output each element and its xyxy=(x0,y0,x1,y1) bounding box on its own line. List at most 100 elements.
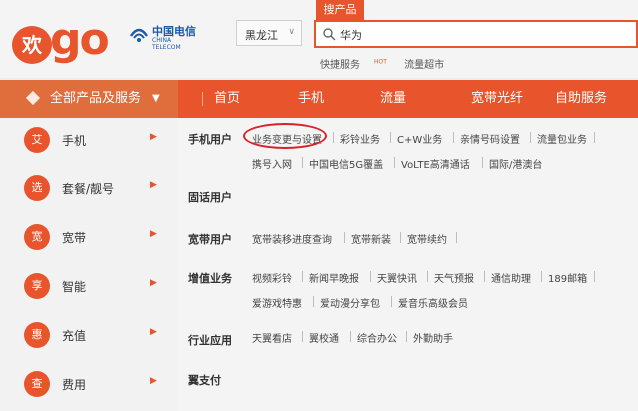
region-select[interactable]: 黑龙江 ∨ xyxy=(236,20,302,46)
link-divider xyxy=(541,271,542,282)
link-volte[interactable]: VoLTE高清通话 xyxy=(401,156,470,171)
link-news-digest[interactable]: 新闻早晚报 xyxy=(309,270,359,285)
chevron-down-icon: ▼ xyxy=(152,93,160,104)
quick-link-service[interactable]: 快捷服务 HOT xyxy=(320,58,387,71)
search-input[interactable]: 华为 xyxy=(314,20,638,48)
link-divider xyxy=(302,271,303,282)
link-divider xyxy=(400,232,401,243)
sidebar-item-broadband[interactable]: 宽 宽带 ▶ xyxy=(0,214,178,262)
nav-data[interactable]: 流量 xyxy=(368,80,418,118)
telecom-mark-icon xyxy=(130,28,148,42)
link-family-number[interactable]: 亲情号码设置 xyxy=(460,131,520,146)
link-divider xyxy=(406,331,407,342)
all-products-menu[interactable]: 全部产品及服务 ▼ xyxy=(0,80,178,118)
link-divider xyxy=(302,157,303,168)
link-divider xyxy=(370,271,371,282)
link-divider xyxy=(530,132,531,143)
link-cw-service[interactable]: C+W业务 xyxy=(397,131,442,146)
sidebar-item-recharge[interactable]: 惠 充值 ▶ xyxy=(0,312,178,360)
recharge-category-icon: 惠 xyxy=(24,322,50,348)
link-divider xyxy=(391,296,392,307)
link-divider xyxy=(344,232,345,243)
sidebar-item-label: 手机 xyxy=(62,134,87,148)
link-tianyi-store[interactable]: 天翼看店 xyxy=(252,330,292,345)
link-broadband-renew[interactable]: 宽带续约 xyxy=(407,231,447,246)
link-office[interactable]: 综合办公 xyxy=(357,330,397,345)
link-divider xyxy=(427,271,428,282)
nav-self-service[interactable]: 自助服务 xyxy=(548,80,614,118)
quick-link-traffic-market[interactable]: 流量超市 xyxy=(404,60,444,71)
sidebar-item-label: 充值 xyxy=(62,329,87,343)
row-label-bestpay[interactable]: 翼支付 xyxy=(188,372,221,388)
link-broadband-new[interactable]: 宽带新装 xyxy=(351,231,391,246)
sidebar-item-label: 费用 xyxy=(62,378,87,392)
sidebar-item-smart[interactable]: 享 智能 ▶ xyxy=(0,263,178,311)
china-telecom-logo[interactable]: 中国电信 CHINA TELECOM xyxy=(128,20,200,51)
search-products-tab[interactable]: 搜产品 xyxy=(316,0,364,20)
sidebar-item-label: 智能 xyxy=(62,280,87,294)
chevron-right-icon: ▶ xyxy=(150,278,157,288)
telecom-name-en: CHINA TELECOM xyxy=(152,37,181,51)
search-icon xyxy=(323,28,336,41)
highlight-circle xyxy=(243,123,327,149)
link-divider xyxy=(302,331,303,342)
link-school-connect[interactable]: 翼校通 xyxy=(309,330,339,345)
link-broadband-progress[interactable]: 宽带装移进度查询 xyxy=(252,231,332,246)
sidebar-item-fees[interactable]: 查 费用 ▶ xyxy=(0,361,178,409)
chevron-right-icon: ▶ xyxy=(150,180,157,190)
region-value: 黑龙江 xyxy=(245,29,278,42)
search-value: 华为 xyxy=(340,29,362,42)
huango-logo[interactable]: 欢 go xyxy=(12,6,112,68)
chevron-right-icon: ▶ xyxy=(150,327,157,337)
chevron-right-icon: ▶ xyxy=(150,132,157,142)
link-divider xyxy=(390,132,391,143)
sidebar-item-phone[interactable]: 艾 手机 ▶ xyxy=(0,117,178,165)
link-5g-coverage[interactable]: 中国电信5G覆盖 xyxy=(309,156,383,171)
logo-go: go xyxy=(50,14,110,65)
row-label-mobile-users: 手机用户 xyxy=(188,133,232,146)
hot-badge: HOT xyxy=(374,58,387,66)
link-video-ringtone[interactable]: 视频彩铃 xyxy=(252,270,292,285)
link-comm-assistant[interactable]: 通信助理 xyxy=(491,270,531,285)
link-divider xyxy=(594,132,595,143)
link-divider xyxy=(482,157,483,168)
link-divider xyxy=(594,271,595,282)
link-ringtone[interactable]: 彩铃业务 xyxy=(340,131,380,146)
link-divider xyxy=(456,232,457,243)
link-divider xyxy=(394,157,395,168)
logo-huan: 欢 xyxy=(12,26,52,64)
link-divider xyxy=(484,271,485,282)
nav-divider xyxy=(202,92,203,106)
nav-phone[interactable]: 手机 xyxy=(286,80,336,118)
link-divider xyxy=(350,331,351,342)
link-music-vip[interactable]: 爱音乐高级会员 xyxy=(398,295,468,310)
link-weather[interactable]: 天气预报 xyxy=(434,270,474,285)
link-divider xyxy=(333,132,334,143)
row-label-landline-users[interactable]: 固话用户 xyxy=(188,189,232,205)
link-divider xyxy=(453,132,454,143)
chevron-right-icon: ▶ xyxy=(150,376,157,386)
row-label-industry-apps: 行业应用 xyxy=(188,334,232,347)
link-field-assistant[interactable]: 外勤助手 xyxy=(413,330,453,345)
link-189-mail[interactable]: 189邮箱 xyxy=(548,270,587,285)
plans-category-icon: 选 xyxy=(24,175,50,201)
smart-category-icon: 享 xyxy=(24,273,50,299)
link-international[interactable]: 国际/港澳台 xyxy=(489,156,542,171)
nav-broadband[interactable]: 宽带光纤 xyxy=(462,80,532,118)
sidebar-item-label: 套餐/靓号 xyxy=(62,182,115,196)
link-divider xyxy=(313,296,314,307)
link-tianyi-news[interactable]: 天翼快讯 xyxy=(377,270,417,285)
nav-home[interactable]: 首页 xyxy=(208,80,246,118)
row-label-value-added: 增值业务 xyxy=(188,272,232,285)
quick-links: 快捷服务 HOT 流量超市 xyxy=(320,56,458,71)
link-number-portability[interactable]: 携号入网 xyxy=(252,156,292,171)
link-anime-pack[interactable]: 爱动漫分享包 xyxy=(320,295,380,310)
phone-category-icon: 艾 xyxy=(24,127,50,153)
row-label-broadband-users: 宽带用户 xyxy=(188,233,232,246)
broadband-category-icon: 宽 xyxy=(24,224,50,250)
chevron-right-icon: ▶ xyxy=(150,229,157,239)
link-data-package[interactable]: 流量包业务 xyxy=(537,131,587,146)
all-products-label: 全部产品及服务 xyxy=(50,91,142,106)
link-game-deals[interactable]: 爱游戏特惠 xyxy=(252,295,302,310)
sidebar-item-plans[interactable]: 选 套餐/靓号 ▶ xyxy=(0,165,178,213)
